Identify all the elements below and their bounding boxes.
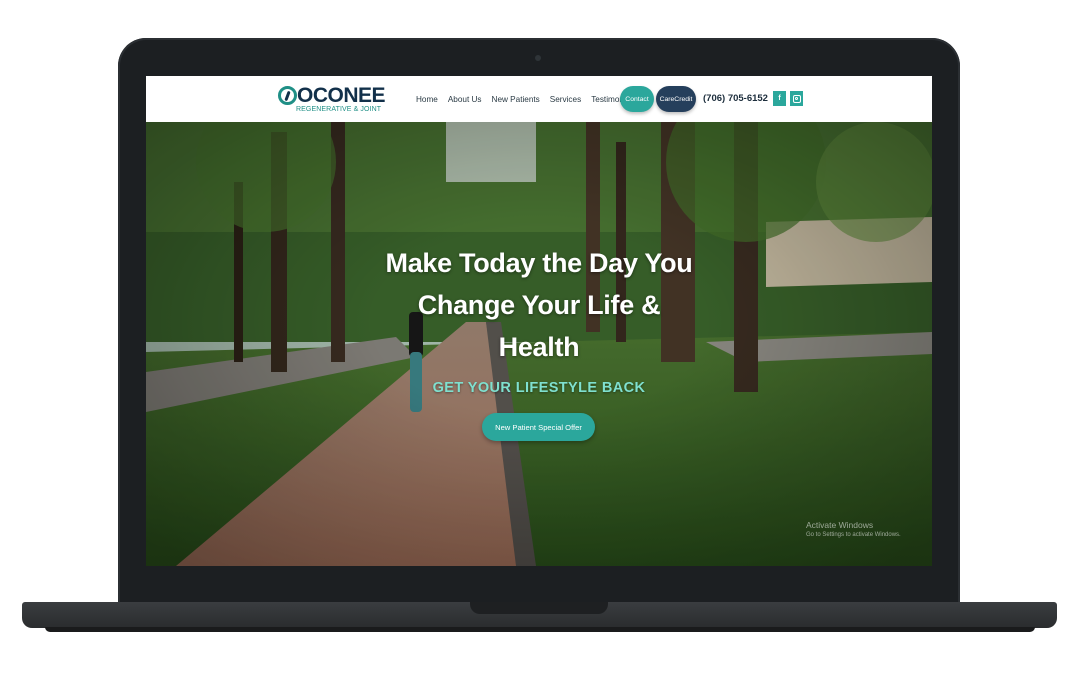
webcam (535, 55, 541, 61)
instagram-icon[interactable] (790, 91, 803, 106)
activate-windows-title: Activate Windows (806, 520, 874, 530)
hero-headline: Make Today the Day You Change Your Life … (359, 242, 719, 368)
phone-number-link[interactable]: (706) 705-6152 (703, 93, 768, 104)
nav-new-patients[interactable]: New Patients (492, 95, 540, 104)
carecredit-button[interactable]: CareCredit (656, 86, 696, 112)
instagram-glyph (792, 94, 801, 103)
hero-headline-line-2: Change Your Life & (417, 290, 661, 320)
activate-windows-subtitle: Go to Settings to activate Windows. (806, 532, 901, 538)
nav-services[interactable]: Services (550, 95, 581, 104)
hero-subheadline: GET YOUR LIFESTYLE BACK (432, 380, 646, 396)
site-logo[interactable]: OCONEE REGENERATIVE & JOINT (278, 85, 386, 115)
facebook-icon[interactable]: f (773, 91, 786, 106)
laptop-foot (45, 627, 1035, 632)
activate-windows-watermark: Activate Windows Go to Settings to activ… (806, 520, 901, 538)
nav-about-us[interactable]: About Us (448, 95, 482, 104)
new-patient-offer-button[interactable]: New Patient Special Offer (482, 413, 595, 441)
facebook-glyph: f (778, 95, 781, 102)
hero-headline-line-1: Make Today the Day You (385, 248, 693, 278)
laptop-notch (470, 602, 608, 614)
nav-home[interactable]: Home (416, 95, 438, 104)
laptop-mockup: OCONEE REGENERATIVE & JOINT Home About U… (0, 0, 1080, 686)
main-nav: Home About Us New Patients Services Test… (416, 76, 646, 122)
runner-logo-icon (278, 86, 297, 105)
hero-section: Make Today the Day You Change Your Life … (146, 122, 932, 566)
laptop-screen: OCONEE REGENERATIVE & JOINT Home About U… (146, 76, 932, 566)
contact-button[interactable]: Contact (620, 86, 654, 112)
logo-name: OCONEE (297, 84, 386, 107)
site-header: OCONEE REGENERATIVE & JOINT Home About U… (146, 76, 932, 122)
logo-tagline: REGENERATIVE & JOINT (296, 106, 382, 113)
hero-headline-line-3: Health (498, 332, 580, 362)
